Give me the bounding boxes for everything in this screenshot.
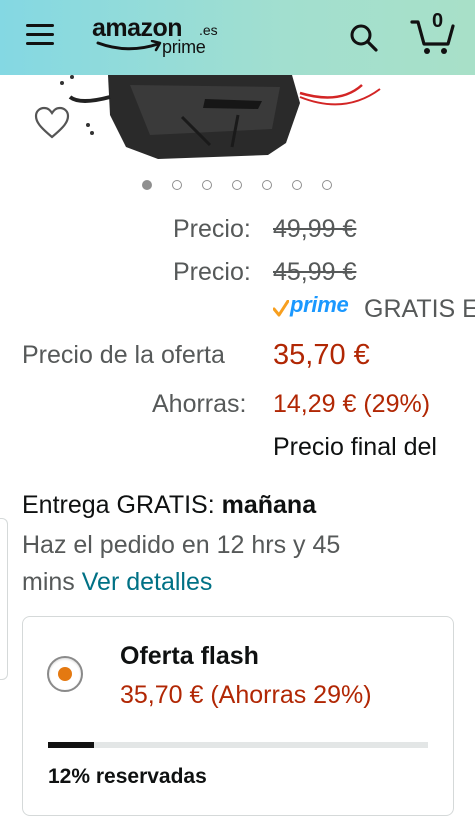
savings-value: 14,29 € (29%)	[273, 390, 431, 418]
delivery-line: Entrega GRATIS: mañana	[22, 490, 316, 520]
prime-shipping-text: GRATIS E	[364, 295, 475, 323]
savings-label: Ahorras:	[152, 390, 247, 418]
list-price-1: 49,99 €	[273, 215, 357, 243]
details-link[interactable]: Ver detalles	[82, 568, 213, 596]
carousel-dot-2[interactable]	[172, 180, 182, 190]
carousel-dot-5[interactable]	[262, 180, 272, 190]
logo-sub: prime	[162, 37, 206, 57]
offer-title: Oferta flash	[120, 642, 259, 670]
menu-icon[interactable]	[26, 22, 56, 48]
list-price-label-2: Precio:	[173, 258, 251, 286]
order-within-line-1: Haz el pedido en 12 hrs y 45	[22, 531, 341, 559]
logo-tld: .es	[199, 22, 218, 38]
top-nav-bar: amazon .es prime 0	[0, 0, 475, 75]
carousel-dot-6[interactable]	[292, 180, 302, 190]
prime-label: prime	[290, 292, 349, 317]
side-tab[interactable]	[0, 518, 8, 680]
prime-check-icon	[273, 300, 289, 317]
carousel-dot-3[interactable]	[202, 180, 212, 190]
cart-count: 0	[432, 10, 444, 32]
cart-icon[interactable]: 0	[410, 10, 456, 56]
search-icon[interactable]	[348, 22, 380, 54]
delivery-label: Entrega GRATIS:	[22, 491, 215, 519]
heart-icon[interactable]	[34, 106, 70, 140]
amazon-prime-logo[interactable]: amazon .es prime	[92, 14, 222, 62]
delivery-date: mañana	[221, 491, 317, 519]
smile-arrow-icon	[96, 40, 162, 52]
order-within-mins: mins	[22, 568, 75, 596]
radio-selected-dot	[58, 667, 72, 681]
deal-price-label: Precio de la oferta	[22, 341, 225, 369]
deal-price: 35,70 €	[273, 339, 370, 371]
claimed-progress-bar	[48, 742, 428, 748]
offer-price-line: 35,70 € (Ahorras 29%)	[120, 681, 372, 709]
list-price-2: 45,99 €	[273, 258, 357, 286]
order-within-line-2: mins Ver detalles	[22, 567, 212, 597]
flash-offer-radio[interactable]	[47, 656, 83, 692]
carousel-dots	[140, 180, 340, 194]
claimed-progress-fill	[48, 742, 94, 748]
carousel-dot-7[interactable]	[322, 180, 332, 190]
product-image[interactable]	[0, 75, 475, 165]
final-price-text: Precio final del	[273, 433, 437, 461]
claimed-text: 12% reservadas	[48, 765, 207, 788]
carousel-dot-1[interactable]	[142, 180, 152, 190]
list-price-label-1: Precio:	[173, 215, 251, 243]
carousel-dot-4[interactable]	[232, 180, 242, 190]
